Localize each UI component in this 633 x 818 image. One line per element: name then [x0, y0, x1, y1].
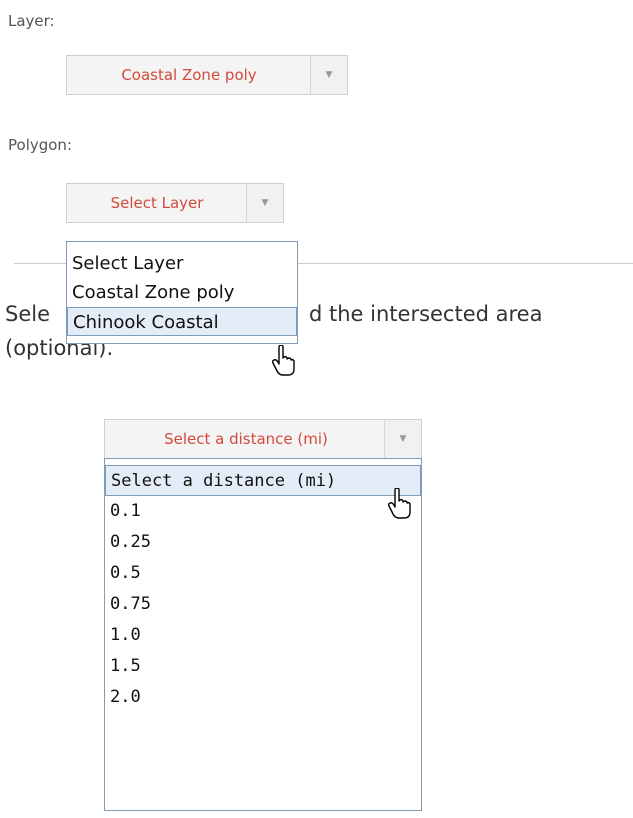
chevron-down-icon[interactable]: ▼: [246, 184, 283, 222]
distance-option[interactable]: 1.0: [105, 620, 421, 651]
distance-option[interactable]: 0.25: [105, 527, 421, 558]
layer-select-value: Coastal Zone poly: [121, 66, 257, 84]
distance-option[interactable]: 0.5: [105, 558, 421, 589]
layer-select[interactable]: Coastal Zone poly ▼: [66, 55, 348, 95]
distance-dropdown-list[interactable]: Select a distance (mi) 0.1 0.25 0.5 0.75…: [104, 458, 422, 811]
distance-option[interactable]: 0.75: [105, 589, 421, 620]
polygon-option-select-layer[interactable]: Select Layer: [67, 249, 297, 278]
polygon-option-coastal-zone-poly[interactable]: Coastal Zone poly: [67, 278, 297, 307]
distance-option[interactable]: 2.0: [105, 682, 421, 713]
distance-select[interactable]: Select a distance (mi) ▼: [104, 419, 422, 459]
polygon-option-chinook-coastal[interactable]: Chinook Coastal: [67, 307, 297, 336]
polygon-select[interactable]: Select Layer ▼: [66, 183, 284, 223]
hand-pointer-icon: [272, 345, 295, 376]
polygon-dropdown-list[interactable]: Select Layer Coastal Zone poly Chinook C…: [66, 241, 298, 344]
chevron-down-icon[interactable]: ▼: [310, 56, 347, 94]
distance-option[interactable]: Select a distance (mi): [105, 465, 421, 496]
layer-label: Layer:: [8, 12, 55, 30]
distance-select-value: Select a distance (mi): [164, 430, 328, 448]
hand-pointer-icon: [388, 488, 411, 519]
polygon-label: Polygon:: [8, 136, 72, 154]
chevron-down-icon[interactable]: ▼: [384, 420, 421, 458]
distance-option[interactable]: 1.5: [105, 651, 421, 682]
distance-prompt-left: Sele: [5, 302, 51, 326]
polygon-select-value: Select Layer: [110, 194, 204, 212]
distance-option[interactable]: 0.1: [105, 496, 421, 527]
distance-prompt-right: d the intersected area: [309, 302, 543, 326]
